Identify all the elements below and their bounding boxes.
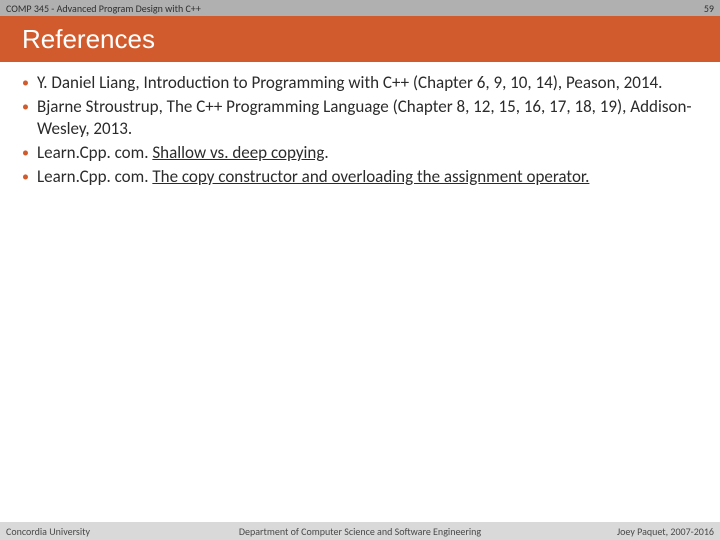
reference-link[interactable]: The copy constructor and overloading the… xyxy=(152,166,589,187)
top-bar: COMP 345 - Advanced Program Design with … xyxy=(0,0,720,16)
reference-text: Y. Daniel Liang, Introduction to Program… xyxy=(37,72,698,94)
reference-text: Learn.Cpp. com. Shallow vs. deep copying… xyxy=(37,142,698,164)
bullet-icon: • xyxy=(22,142,29,164)
reference-text: Bjarne Stroustrup, The C++ Programming L… xyxy=(37,96,698,140)
bullet-icon: • xyxy=(22,166,29,188)
slide-title: References xyxy=(22,24,155,55)
footer-right: Joey Paquet, 2007-2016 xyxy=(617,525,714,538)
reference-prefix: Learn.Cpp. com. xyxy=(37,166,152,187)
title-band: References xyxy=(0,16,720,62)
content-area: • Y. Daniel Liang, Introduction to Progr… xyxy=(0,62,720,188)
footer-center: Department of Computer Science and Softw… xyxy=(0,525,720,538)
slide: COMP 345 - Advanced Program Design with … xyxy=(0,0,720,540)
course-label: COMP 345 - Advanced Program Design with … xyxy=(6,2,201,15)
reference-item: • Bjarne Stroustrup, The C++ Programming… xyxy=(22,96,698,140)
reference-item: • Learn.Cpp. com. The copy constructor a… xyxy=(22,166,698,188)
reference-suffix: . xyxy=(324,142,328,163)
bullet-icon: • xyxy=(22,96,29,118)
reference-prefix: Learn.Cpp. com. xyxy=(37,142,152,163)
slide-number: 59 xyxy=(704,2,714,15)
reference-item: • Y. Daniel Liang, Introduction to Progr… xyxy=(22,72,698,94)
reference-link[interactable]: Shallow vs. deep copying xyxy=(152,142,324,163)
reference-text: Learn.Cpp. com. The copy constructor and… xyxy=(37,166,698,188)
footer-bar: Concordia University Department of Compu… xyxy=(0,522,720,540)
bullet-icon: • xyxy=(22,72,29,94)
reference-item: • Learn.Cpp. com. Shallow vs. deep copyi… xyxy=(22,142,698,164)
footer-left: Concordia University xyxy=(6,525,90,538)
